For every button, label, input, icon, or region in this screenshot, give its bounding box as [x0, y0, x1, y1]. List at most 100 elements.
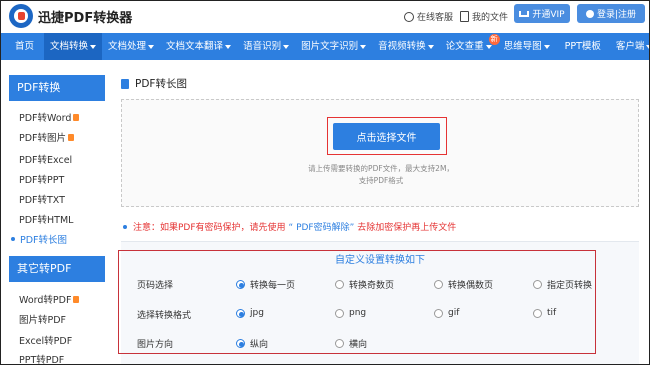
- radio-icon: [434, 280, 443, 289]
- sidebar-item-label: PDF转TXT: [19, 195, 65, 206]
- nav-client[interactable]: 客户端: [610, 33, 649, 60]
- nav-mindmap-label: 思维导图: [503, 41, 542, 52]
- app-logo[interactable]: [9, 4, 33, 28]
- sidebar: PDF转换 PDF转Word PDF转图片 PDF转Excel PDF转PPT …: [1, 60, 109, 364]
- radio-orientation-portrait[interactable]: 纵向: [236, 337, 268, 350]
- nav-av-convert[interactable]: 音视频转换: [372, 33, 440, 60]
- radio-format-png[interactable]: png: [335, 308, 366, 318]
- chevron-down-icon: [543, 44, 550, 49]
- sidebar-item-pdf-to-ppt[interactable]: PDF转PPT: [19, 172, 64, 186]
- sidebar-item-label: PDF转Word: [19, 113, 72, 124]
- notice-suffix: 去除加密保护再上传文件: [357, 223, 457, 233]
- page-selection-label: 页码选择: [137, 281, 174, 291]
- chevron-down-icon: [360, 44, 367, 49]
- login-register-button[interactable]: 登录|注册: [577, 4, 645, 23]
- sidebar-item-word-to-pdf[interactable]: Word转PDF: [19, 292, 80, 306]
- online-support-link[interactable]: 在线客服: [404, 10, 453, 23]
- radio-convert-specific-pages[interactable]: 指定页转换: [533, 278, 592, 291]
- sidebar-item-label: PDF转HTML: [19, 215, 74, 226]
- sidebar-group-pdf-convert[interactable]: PDF转换: [9, 75, 105, 101]
- online-support-label: 在线客服: [417, 13, 454, 23]
- brand-name[interactable]: 迅捷PDF转换器: [38, 7, 132, 26]
- nav-doc-convert[interactable]: 文档转换: [44, 33, 103, 60]
- select-file-button[interactable]: 点击选择文件: [333, 123, 440, 150]
- nav-plagiarism-label: 论文查重: [445, 41, 484, 52]
- radio-icon: [236, 280, 245, 289]
- sidebar-item-pdf-to-txt[interactable]: PDF转TXT: [19, 192, 65, 206]
- main-nav: 首页 文档转换 文档处理 文档文本翻译 语音识别 图片文字识别 音视频转换 论文…: [1, 33, 649, 60]
- sidebar-item-pdf-to-html[interactable]: PDF转HTML: [19, 212, 73, 226]
- sidebar-item-pdf-to-excel[interactable]: PDF转Excel: [19, 152, 72, 166]
- sidebar-item-ppt-to-pdf[interactable]: PPT转PDF: [19, 352, 64, 364]
- sidebar-item-pdf-to-word[interactable]: PDF转Word: [19, 110, 80, 124]
- pdf-password-removal-link[interactable]: “ PDF密码解除”: [289, 220, 355, 233]
- upload-dropzone[interactable]: 点击选择文件 请上传需要转换的PDF文件，最大支持2M， 支持PDF格式: [121, 99, 639, 207]
- chevron-down-icon: [148, 44, 155, 49]
- radio-convert-even-pages[interactable]: 转换偶数页: [434, 278, 493, 291]
- sidebar-item-pdf-to-long-image[interactable]: PDF转长图: [11, 232, 67, 246]
- chevron-down-icon: [485, 44, 492, 49]
- radio-convert-every-page[interactable]: 转换每一页: [236, 278, 295, 291]
- sidebar-item-label: PDF转PPT: [19, 175, 65, 186]
- nav-ocr[interactable]: 图片文字识别: [295, 33, 372, 60]
- top-bar: 迅捷PDF转换器 在线客服 我的文件 开通VIP 登录|注册: [1, 1, 649, 33]
- sidebar-item-image-to-pdf[interactable]: 图片转PDF: [19, 312, 66, 326]
- radio-icon: [533, 308, 542, 318]
- page-title-label: PDF转长图: [135, 78, 187, 90]
- radio-icon: [335, 339, 344, 348]
- nav-translate[interactable]: 文档文本翻译: [160, 33, 237, 60]
- option-label: tif: [547, 308, 557, 318]
- radio-icon: [434, 308, 443, 318]
- document-icon: [121, 78, 129, 89]
- sidebar-item-label: PDF转长图: [20, 235, 68, 246]
- radio-icon: [236, 339, 245, 348]
- nav-speech[interactable]: 语音识别: [237, 33, 295, 60]
- my-files-link[interactable]: 我的文件: [460, 10, 508, 23]
- sidebar-item-label: 图片转PDF: [19, 315, 67, 326]
- radio-orientation-landscape[interactable]: 横向: [335, 337, 367, 350]
- login-label: 登录|注册: [596, 10, 637, 20]
- headset-icon: [404, 11, 414, 22]
- radio-format-tif[interactable]: tif: [533, 308, 556, 318]
- option-label: gif: [448, 308, 460, 318]
- sidebar-item-label: PDF转图片: [19, 133, 67, 144]
- sidebar-item-label: Excel转PDF: [19, 336, 73, 347]
- option-label: 转换每一页: [250, 281, 296, 291]
- nav-home[interactable]: 首页: [1, 33, 44, 60]
- file-icon: [460, 11, 469, 22]
- password-notice: 注意：如果PDF有密码保护，请先使用 “ PDF密码解除” 去除加密保护再上传文…: [123, 220, 456, 233]
- sidebar-item-label: PDF转Excel: [19, 155, 73, 166]
- nav-home-label: 首页: [15, 41, 35, 52]
- option-label: 转换奇数页: [349, 281, 395, 291]
- chevron-down-icon: [646, 44, 649, 49]
- radio-icon: [335, 280, 344, 289]
- nav-av-convert-label: 音视频转换: [378, 41, 426, 52]
- nav-ppt[interactable]: PPT模板: [556, 33, 610, 60]
- option-label: 转换偶数页: [448, 281, 494, 291]
- page-title: PDF转长图: [121, 76, 187, 91]
- radio-icon: [533, 280, 542, 289]
- nav-translate-label: 文档文本翻译: [166, 41, 224, 52]
- nav-ocr-label: 图片文字识别: [301, 41, 359, 52]
- nav-ppt-label: PPT模板: [564, 41, 601, 52]
- radio-format-gif[interactable]: gif: [434, 308, 459, 318]
- radio-icon: [236, 308, 245, 318]
- nav-doc-process[interactable]: 文档处理: [102, 33, 160, 60]
- upload-hint-line1: 请上传需要转换的PDF文件，最大支持2M，: [308, 164, 454, 173]
- user-icon: [585, 9, 594, 18]
- radio-format-jpg[interactable]: jpg: [236, 308, 264, 318]
- sidebar-group-other-to-pdf[interactable]: 其它转PDF: [9, 256, 105, 282]
- radio-icon: [335, 308, 344, 318]
- orientation-label: 图片方向: [137, 340, 174, 350]
- nav-plagiarism[interactable]: 论文查重新: [440, 33, 500, 60]
- vip-button[interactable]: 开通VIP: [514, 4, 570, 23]
- sidebar-item-excel-to-pdf[interactable]: Excel转PDF: [19, 333, 72, 347]
- hot-tag-icon: [73, 295, 80, 303]
- hot-tag-icon: [68, 133, 75, 141]
- option-label: jpg: [250, 308, 264, 318]
- radio-convert-odd-pages[interactable]: 转换奇数页: [335, 278, 394, 291]
- sidebar-item-pdf-to-image[interactable]: PDF转图片: [19, 130, 75, 144]
- nav-mindmap[interactable]: 思维导图: [498, 33, 556, 60]
- option-label: 纵向: [250, 340, 269, 350]
- nav-client-label: 客户端: [615, 41, 645, 52]
